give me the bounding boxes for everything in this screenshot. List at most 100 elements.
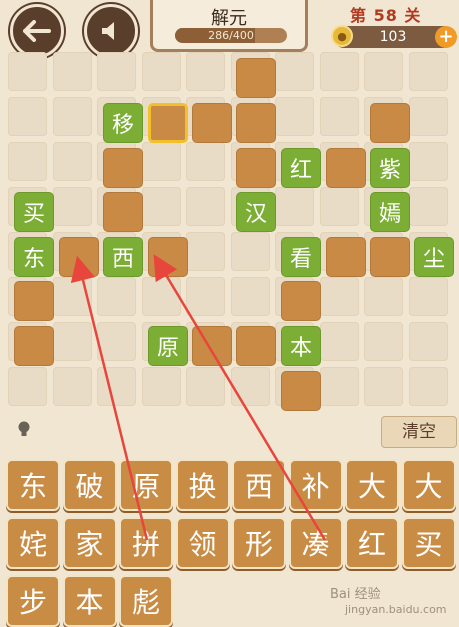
board-empty-slot[interactable] — [370, 103, 410, 143]
board-cell-bg — [230, 367, 270, 406]
board-cell-bg — [408, 142, 448, 181]
board-cell-bg — [8, 367, 47, 406]
board-cell-bg — [97, 367, 136, 406]
back-arrow-icon — [23, 20, 51, 42]
board-empty-slot[interactable] — [326, 237, 366, 277]
board-letter-tile: 尘 — [414, 237, 454, 277]
choice-tile[interactable]: 步 — [6, 575, 60, 627]
board-cell-bg — [319, 52, 359, 91]
choice-tile[interactable]: 补 — [288, 459, 343, 511]
speaker-icon — [102, 22, 114, 40]
board-empty-slot[interactable] — [59, 237, 99, 277]
level-title: 解元 — [211, 8, 247, 29]
board-letter-tile: 西 — [103, 237, 143, 277]
board-letter-tile: 嫣 — [370, 192, 410, 232]
choice-tile[interactable]: 买 — [401, 517, 456, 569]
coin-count: 103 — [379, 29, 407, 45]
board-empty-slot[interactable] — [370, 237, 410, 277]
progress-text: 286/400 — [208, 29, 254, 42]
choice-tile[interactable]: 原 — [119, 459, 173, 511]
board-cell-bg — [319, 367, 359, 406]
choice-tile[interactable]: 彪 — [119, 575, 173, 627]
choice-tile[interactable]: 形 — [232, 517, 286, 569]
board-cell-bg — [408, 97, 448, 136]
board-cell-bg — [408, 187, 448, 226]
board-cell-bg — [186, 277, 225, 316]
level-number: 第 58 关 — [350, 6, 422, 25]
board-empty-slot[interactable] — [103, 192, 143, 232]
board-cell-bg — [319, 97, 359, 136]
clear-button[interactable]: 清空 — [381, 416, 457, 448]
board-selected-slot[interactable] — [148, 103, 188, 143]
board-cell-bg — [230, 232, 270, 271]
board-cell-bg — [52, 322, 92, 361]
coin-bar: ● 103 + — [331, 25, 457, 48]
choice-tile[interactable]: 姹 — [6, 517, 60, 569]
board-empty-slot[interactable] — [236, 103, 276, 143]
choice-tile[interactable]: 领 — [175, 517, 230, 569]
add-coins-button[interactable]: + — [435, 26, 457, 48]
board-empty-slot[interactable] — [236, 326, 276, 366]
board-empty-slot[interactable] — [236, 58, 276, 98]
board-cell-bg — [52, 142, 92, 181]
board-letter-tile: 东 — [14, 237, 54, 277]
board-empty-slot[interactable] — [192, 326, 232, 366]
choice-tile[interactable]: 拼 — [119, 517, 173, 569]
coin-icon: ● — [331, 25, 353, 47]
board-cell-bg — [319, 277, 359, 316]
board-cell-bg — [8, 142, 47, 181]
board-cell-bg — [186, 142, 225, 181]
lightbulb-icon[interactable] — [17, 420, 31, 438]
board-letter-tile: 本 — [281, 326, 321, 366]
board-empty-slot[interactable] — [14, 281, 54, 321]
board-cell-bg — [364, 367, 403, 406]
board-cell-bg — [230, 277, 270, 316]
level-title-panel: 解元 286/400 — [150, 0, 308, 52]
board-cell-bg — [408, 52, 448, 91]
board-empty-slot[interactable] — [326, 148, 366, 188]
board-cell-bg — [141, 187, 181, 226]
board-cell-bg — [141, 142, 181, 181]
back-button[interactable] — [10, 4, 64, 58]
board-cell-bg — [364, 277, 403, 316]
choice-tile[interactable]: 大 — [345, 459, 399, 511]
board-empty-slot[interactable] — [236, 148, 276, 188]
board-letter-tile: 紫 — [370, 148, 410, 188]
board-cell-bg — [319, 322, 359, 361]
board-cell-bg — [97, 277, 136, 316]
board-cell-bg — [408, 277, 448, 316]
watermark: Bai 经验 — [330, 587, 381, 602]
board-empty-slot[interactable] — [148, 237, 188, 277]
board-letter-tile: 移 — [103, 103, 143, 143]
board-letter-tile: 买 — [14, 192, 54, 232]
sound-button[interactable] — [84, 4, 138, 58]
choice-tile[interactable]: 本 — [62, 575, 117, 627]
choice-tile[interactable]: 大 — [401, 459, 456, 511]
choice-tile[interactable]: 家 — [62, 517, 117, 569]
board-cell-bg — [52, 52, 92, 91]
board-cell-bg — [186, 367, 225, 406]
choice-tile[interactable]: 破 — [62, 459, 117, 511]
board-cell-bg — [186, 232, 225, 271]
board-cell-bg — [97, 322, 136, 361]
board-cell-bg — [8, 97, 47, 136]
choice-tile[interactable]: 红 — [345, 517, 399, 569]
board-empty-slot[interactable] — [103, 148, 143, 188]
board-letter-tile: 汉 — [236, 192, 276, 232]
board-empty-slot[interactable] — [14, 326, 54, 366]
board-cell-bg — [186, 187, 225, 226]
progress-bar: 286/400 — [175, 28, 287, 43]
choice-tile[interactable]: 换 — [175, 459, 230, 511]
choice-tile[interactable]: 东 — [6, 459, 60, 511]
board-cell-bg — [97, 52, 136, 91]
board-cell-bg — [141, 52, 181, 91]
board-cell-bg — [408, 367, 448, 406]
board-cell-bg — [275, 187, 314, 226]
board-empty-slot[interactable] — [281, 371, 321, 411]
choice-tile[interactable]: 西 — [232, 459, 286, 511]
board-cell-bg — [52, 187, 92, 226]
choice-tile[interactable]: 凑 — [288, 517, 343, 569]
board-empty-slot[interactable] — [192, 103, 232, 143]
board-empty-slot[interactable] — [281, 281, 321, 321]
board-cell-bg — [52, 277, 92, 316]
